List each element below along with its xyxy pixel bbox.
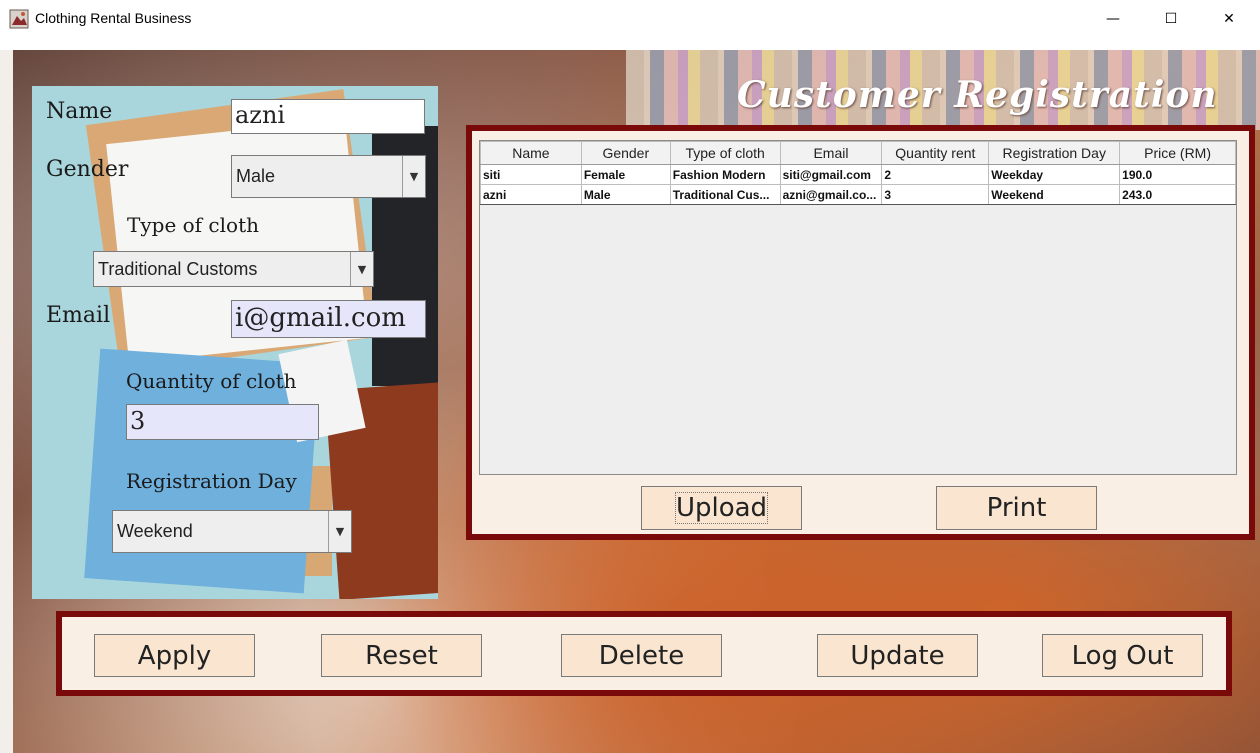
action-button-panel: Apply Reset Delete Update Log Out (56, 611, 1232, 696)
quantity-field[interactable]: 3 (126, 404, 319, 440)
upload-button-label: Upload (674, 492, 769, 524)
table-cell[interactable]: 190.0 (1119, 164, 1236, 185)
window-title: Clothing Rental Business (35, 10, 192, 26)
gender-selected-value: Male (236, 166, 276, 186)
registration-day-label: Registration Day (126, 469, 297, 493)
table-cell[interactable]: Female (580, 164, 671, 185)
table-cell[interactable]: Traditional Cus... (669, 184, 781, 205)
cloth-type-selected-value: Traditional Customs (98, 258, 258, 279)
update-button[interactable]: Update (817, 634, 978, 677)
reset-button[interactable]: Reset (321, 634, 482, 677)
background-left-strip (0, 50, 13, 753)
minimize-button[interactable]: — (1084, 0, 1142, 38)
customer-table-panel: Name Gender Type of cloth Email Quantity… (466, 125, 1255, 540)
upload-button[interactable]: Upload (641, 486, 802, 530)
print-button-label: Print (986, 493, 1047, 523)
table-cell[interactable]: Male (580, 184, 671, 205)
table-row[interactable]: siti Female Fashion Modern siti@gmail.co… (480, 164, 1236, 185)
update-button-label: Update (850, 640, 945, 671)
delete-button-label: Delete (598, 640, 685, 671)
table-cell[interactable]: siti@gmail.com (779, 164, 883, 185)
column-header[interactable]: Quantity rent (881, 141, 990, 165)
chevron-down-icon[interactable]: ▼ (328, 511, 351, 552)
registration-day-selected-value: Weekend (117, 521, 193, 541)
name-label: Name (46, 99, 113, 124)
logout-button-label: Log Out (1071, 640, 1174, 671)
gender-label: Gender (46, 157, 129, 182)
table-cell[interactable]: Weekend (988, 184, 1121, 205)
chevron-down-icon[interactable]: ▼ (402, 156, 425, 197)
table-cell[interactable]: azni@gmail.co... (779, 184, 883, 205)
apply-button-label: Apply (137, 640, 212, 671)
print-button[interactable]: Print (936, 486, 1097, 530)
cloth-type-label: Type of cloth (127, 213, 259, 237)
background-top-strip (0, 38, 1260, 50)
logout-button[interactable]: Log Out (1042, 634, 1203, 677)
table-header-row: Name Gender Type of cloth Email Quantity… (480, 141, 1236, 165)
email-field[interactable]: i@gmail.com (231, 300, 426, 338)
column-header[interactable]: Price (RM) (1119, 141, 1236, 165)
minimize-icon: — (1106, 11, 1120, 27)
maximize-button[interactable]: ☐ (1142, 0, 1200, 38)
column-header[interactable]: Email (779, 141, 883, 165)
maximize-icon: ☐ (1164, 11, 1178, 27)
column-header[interactable]: Name (480, 141, 582, 165)
column-header[interactable]: Gender (580, 141, 671, 165)
page-title: Customer Registration (737, 74, 1218, 116)
close-icon: ✕ (1223, 11, 1235, 27)
table-cell[interactable]: 243.0 (1119, 184, 1236, 205)
table-cell[interactable]: 3 (881, 184, 990, 205)
column-header[interactable]: Registration Day (988, 141, 1121, 165)
chevron-down-icon[interactable]: ▼ (350, 252, 373, 286)
column-header[interactable]: Type of cloth (669, 141, 781, 165)
delete-button[interactable]: Delete (561, 634, 722, 677)
close-button[interactable]: ✕ (1200, 0, 1258, 38)
name-field[interactable]: azni (231, 99, 425, 134)
table-cell[interactable]: siti (480, 164, 582, 185)
apply-button[interactable]: Apply (94, 634, 255, 677)
cloth-type-dropdown[interactable]: Traditional Customs ▼ (93, 251, 374, 287)
table-row[interactable]: azni Male Traditional Cus... azni@gmail.… (480, 184, 1236, 205)
table-cell[interactable]: Weekday (988, 164, 1121, 185)
window-titlebar: Clothing Rental Business — ☐ ✕ (0, 0, 1260, 38)
app-icon (9, 9, 29, 29)
table-cell[interactable]: azni (480, 184, 582, 205)
quantity-label: Quantity of cloth (126, 369, 297, 393)
table-cell[interactable]: 2 (881, 164, 990, 185)
registration-day-dropdown[interactable]: Weekend ▼ (112, 510, 352, 553)
customer-table-grid: Name Gender Type of cloth Email Quantity… (480, 141, 1236, 205)
email-label: Email (46, 303, 111, 328)
table-cell[interactable]: Fashion Modern (669, 164, 781, 185)
reset-button-label: Reset (365, 640, 438, 671)
customer-table[interactable]: Name Gender Type of cloth Email Quantity… (479, 140, 1237, 475)
gender-dropdown[interactable]: Male ▼ (231, 155, 426, 198)
